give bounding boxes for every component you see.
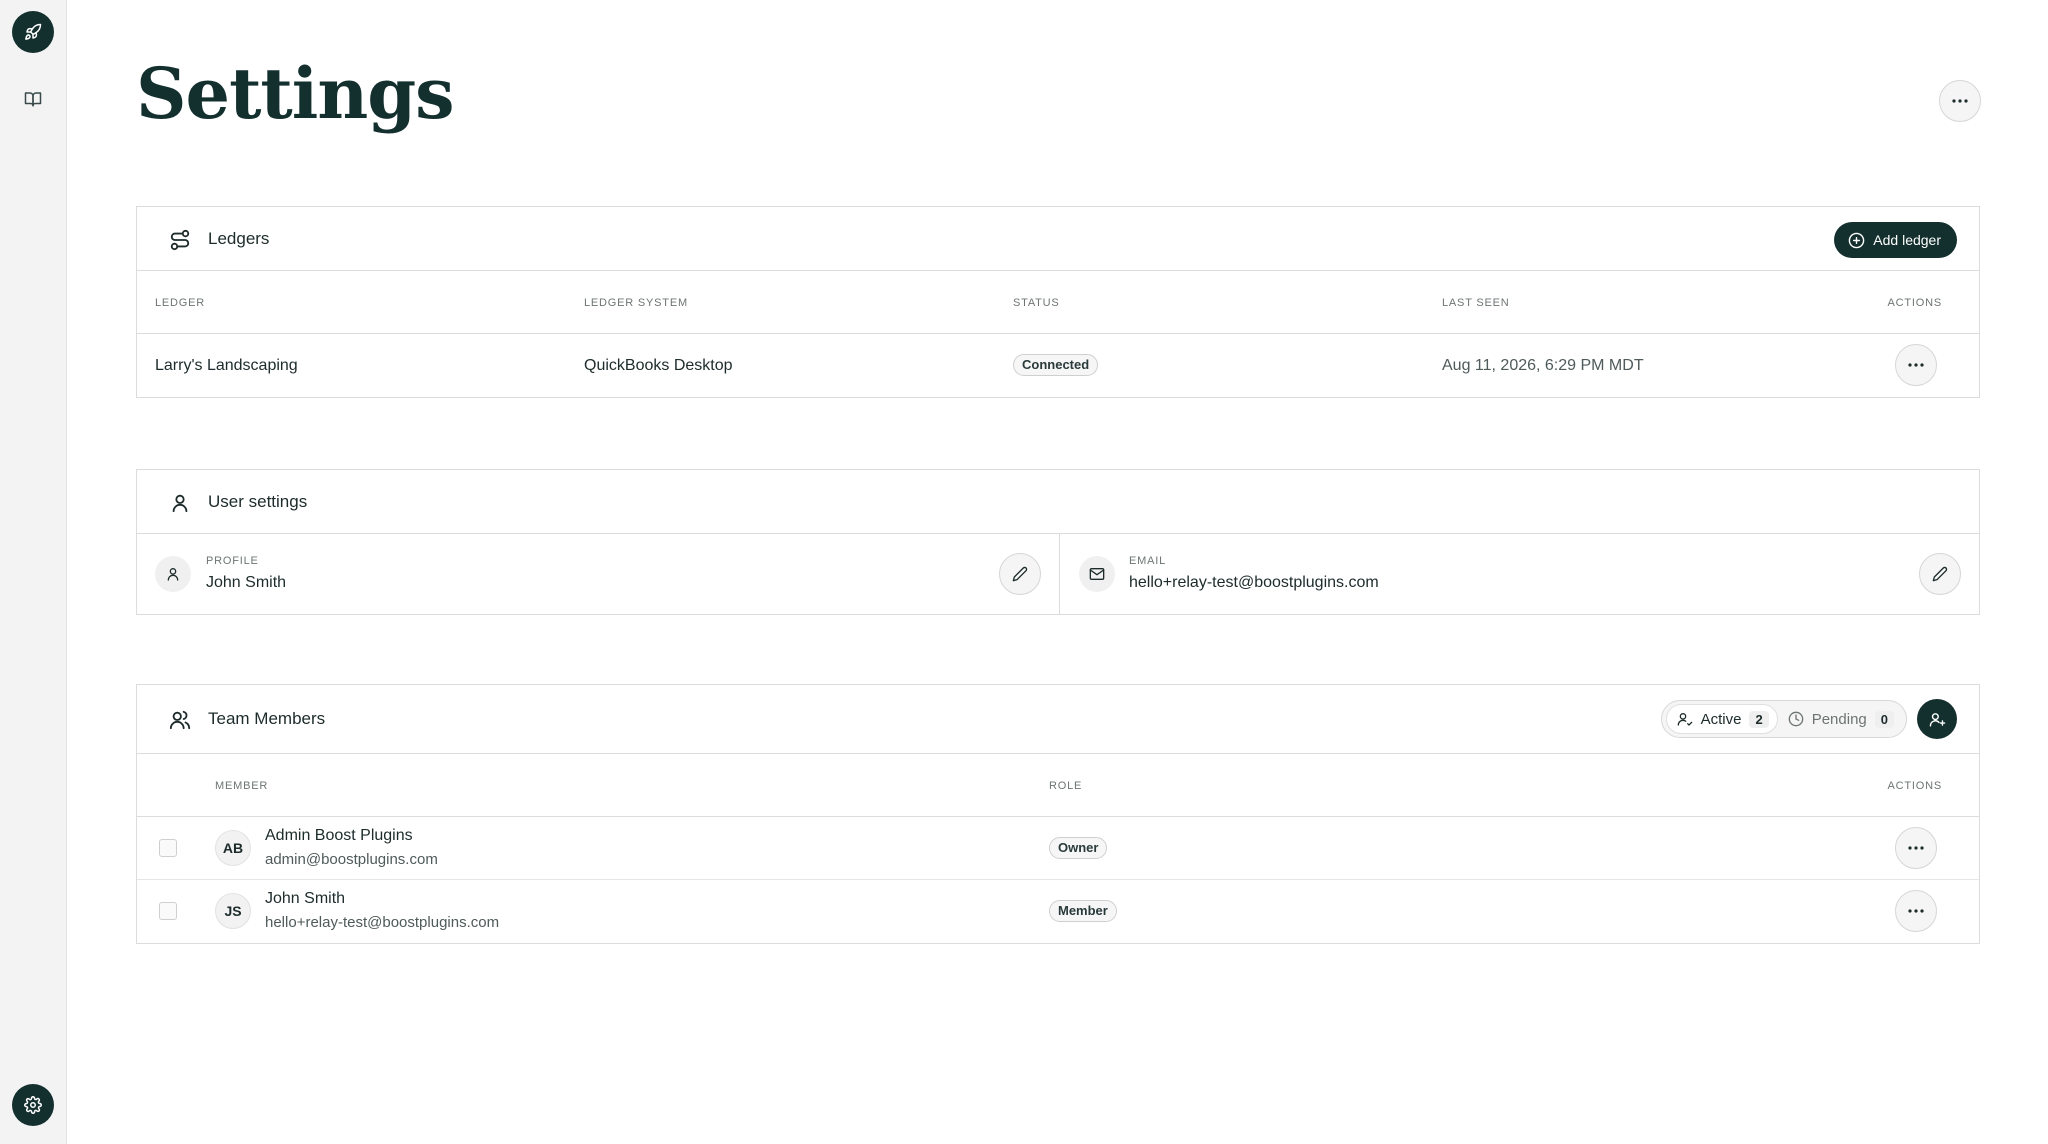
filter-pending-label: Pending [1811, 710, 1867, 728]
mail-icon [1089, 568, 1105, 580]
sidebar-settings-button[interactable] [12, 1084, 54, 1126]
edit-email-button[interactable] [1919, 553, 1961, 595]
user-plus-icon [1929, 712, 1945, 727]
user-icon [172, 494, 188, 513]
users-icon [169, 710, 191, 730]
table-row[interactable]: Larry's Landscaping QuickBooks Desktop C… [137, 334, 1979, 397]
sidebar-docs-button[interactable] [20, 86, 46, 112]
book-icon [24, 92, 42, 107]
user-settings-header: User settings [137, 470, 1979, 534]
ledgers-table-header: LEDGER LEDGER SYSTEM STATUS LAST SEEN AC… [137, 271, 1979, 334]
filter-pending-tab[interactable]: Pending 0 [1778, 704, 1902, 734]
ledger-actions-button[interactable] [1895, 344, 1937, 386]
divider [1059, 534, 1060, 614]
more-horizontal-icon [1908, 909, 1924, 913]
status-badge: Connected [1013, 354, 1099, 376]
row-checkbox[interactable] [159, 902, 177, 920]
avatar: JS [215, 893, 251, 929]
column-status: STATUS [1013, 297, 1060, 309]
column-actions: ACTIONS [1887, 297, 1942, 309]
sidebar-home-button[interactable] [12, 11, 54, 53]
ledgers-header: Ledgers Add ledger [137, 207, 1979, 271]
last-seen: Aug 11, 2026, 6:29 PM MDT [1442, 357, 1644, 374]
email-value: hello+relay-test@boostplugins.com [1129, 574, 1379, 591]
profile-value: John Smith [206, 574, 287, 591]
page-title: Settings [136, 52, 455, 135]
team-members-card: Team Members Active 2 Pending 0 MEMBER R… [136, 684, 1980, 944]
clock-icon [1788, 711, 1804, 727]
profile-avatar [155, 556, 191, 592]
ledger-name: Larry's Landscaping [155, 357, 298, 374]
email-avatar [1079, 556, 1115, 592]
filter-active-label: Active [1700, 710, 1742, 728]
column-actions: ACTIONS [1887, 780, 1942, 792]
member-actions-button[interactable] [1895, 827, 1937, 869]
user-check-icon [1677, 713, 1692, 726]
column-ledger: LEDGER [155, 297, 206, 309]
pencil-icon [1932, 566, 1948, 582]
column-last-seen: LAST SEEN [1442, 297, 1510, 309]
active-count: 2 [1749, 710, 1769, 728]
team-header: Team Members Active 2 Pending 0 [137, 685, 1979, 754]
member-email: hello+relay-test@boostplugins.com [265, 914, 500, 931]
column-role: ROLE [1049, 780, 1083, 792]
row-checkbox[interactable] [159, 839, 177, 857]
ledgers-card: Ledgers Add ledger LEDGER LEDGER SYSTEM … [136, 206, 1980, 398]
column-ledger-system: LEDGER SYSTEM [584, 297, 688, 309]
team-table-header: MEMBER ROLE ACTIONS [137, 754, 1979, 817]
email-label: EMAIL [1129, 555, 1167, 567]
profile-label: PROFILE [206, 555, 259, 567]
role-badge: Member [1049, 900, 1117, 922]
plus-circle-icon [1848, 232, 1865, 248]
member-name: Admin Boost Plugins [265, 827, 413, 844]
member-actions-button[interactable] [1895, 890, 1937, 932]
add-member-button[interactable] [1917, 699, 1957, 739]
table-row[interactable]: JS John Smith hello+relay-test@boostplug… [137, 880, 1979, 943]
ledger-system: QuickBooks Desktop [584, 357, 733, 374]
ledger-route-icon [170, 229, 190, 251]
rocket-icon [25, 23, 42, 40]
more-horizontal-icon [1908, 846, 1924, 850]
more-horizontal-icon [1952, 99, 1968, 103]
pencil-icon [1012, 566, 1028, 582]
user-settings-title: User settings [208, 491, 308, 511]
role-badge: Owner [1049, 837, 1108, 859]
sidebar [0, 0, 67, 1144]
add-ledger-button[interactable]: Add ledger [1834, 222, 1957, 258]
avatar: AB [215, 830, 251, 866]
user-settings-body: PROFILE John Smith EMAIL hello+relay-tes… [137, 534, 1979, 614]
pending-count: 0 [1874, 710, 1894, 728]
user-settings-card: User settings PROFILE John Smith EMAIL h… [136, 469, 1980, 615]
page-more-button[interactable] [1939, 80, 1981, 122]
ledgers-title: Ledgers [208, 228, 270, 248]
table-row[interactable]: AB Admin Boost Plugins admin@boostplugin… [137, 817, 1979, 880]
member-name: John Smith [265, 890, 346, 907]
member-email: admin@boostplugins.com [265, 851, 438, 868]
member-status-filter: Active 2 Pending 0 [1660, 700, 1907, 738]
more-horizontal-icon [1908, 363, 1924, 367]
user-icon [167, 568, 179, 581]
add-ledger-label: Add ledger [1873, 232, 1941, 248]
edit-profile-button[interactable] [999, 553, 1041, 595]
gear-icon [24, 1096, 42, 1114]
filter-active-tab[interactable]: Active 2 [1665, 704, 1778, 734]
team-title: Team Members [208, 709, 326, 728]
column-member: MEMBER [215, 780, 269, 792]
